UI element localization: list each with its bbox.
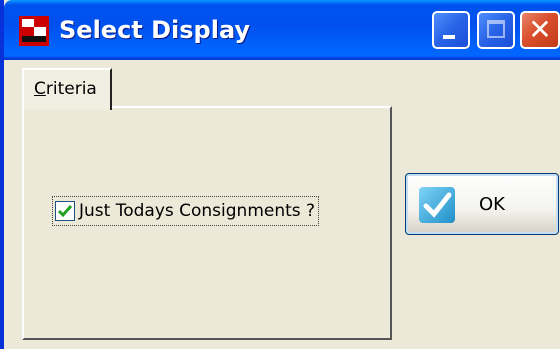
- app-icon: [17, 14, 51, 48]
- minimize-icon: [443, 35, 455, 39]
- close-button[interactable]: ✕: [520, 11, 560, 49]
- ok-label: OK: [479, 194, 505, 215]
- minimize-button[interactable]: [432, 11, 470, 49]
- title-bar[interactable]: Select Display ✕: [4, 0, 560, 60]
- maximize-icon: [487, 20, 505, 38]
- just-todays-checkbox[interactable]: [55, 201, 75, 221]
- window-title: Select Display: [59, 16, 251, 44]
- tab-criteria[interactable]: Criteria: [22, 68, 112, 110]
- checkmark-icon: [58, 205, 72, 218]
- ok-button[interactable]: OK: [405, 173, 559, 235]
- tab-criteria-label: Criteria: [34, 79, 97, 99]
- maximize-button[interactable]: [477, 11, 515, 49]
- just-todays-checkbox-row[interactable]: Just Todays Consignments ?: [52, 196, 320, 226]
- dialog-window: Select Display ✕ Criteria Just Todays Co…: [0, 0, 560, 349]
- just-todays-label: Just Todays Consignments ?: [79, 201, 316, 221]
- ok-checkmark-icon: [418, 186, 456, 224]
- close-icon: ✕: [528, 13, 552, 46]
